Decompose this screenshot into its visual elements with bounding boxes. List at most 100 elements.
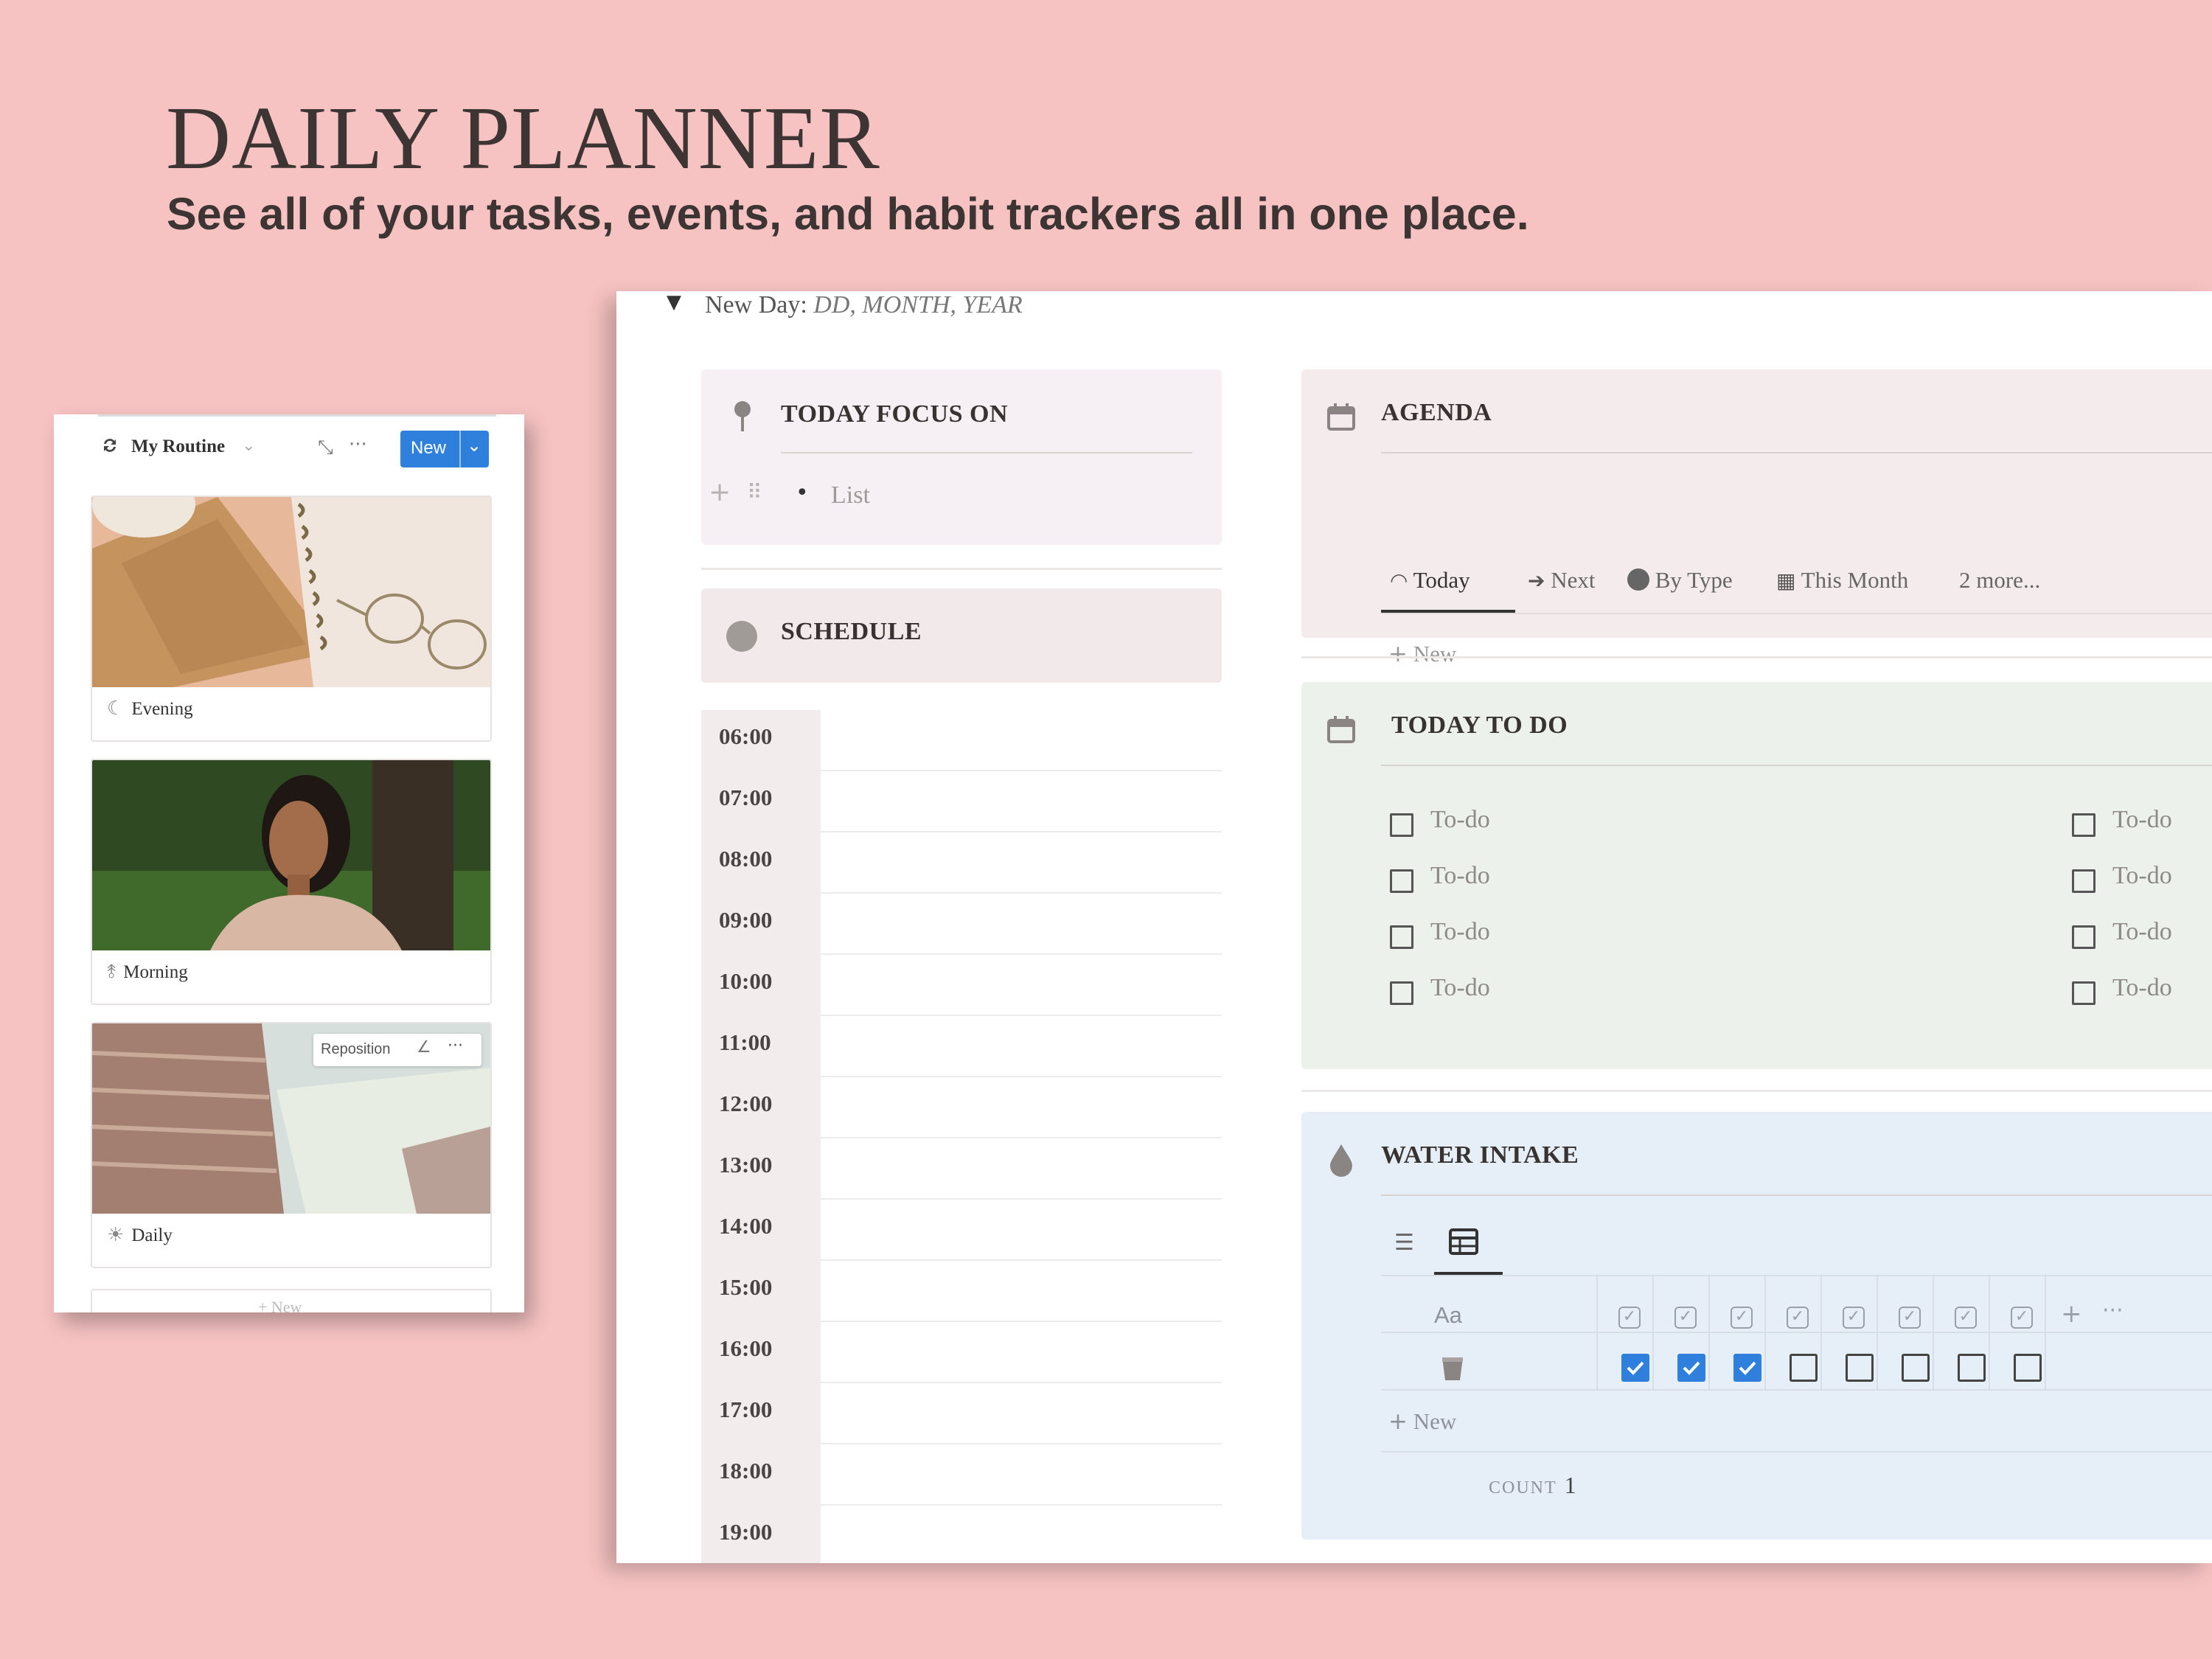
checkbox-column-icon[interactable]: ✓	[1899, 1307, 1921, 1329]
todo-item[interactable]: To-do	[1430, 862, 1490, 890]
checkbox-column-icon[interactable]: ✓	[2011, 1307, 2033, 1329]
agenda-callout: AGENDA ◠ Today ➔ Next By Type ▦ This Mon…	[1301, 369, 2212, 667]
new-day-toggle[interactable]: New Day: DD, MONTH, YEAR	[705, 291, 1023, 319]
todo-checkbox[interactable]	[2072, 869, 2096, 893]
gallery-card-morning[interactable]: ⥉ Morning	[91, 759, 492, 1005]
schedule-row[interactable]: 18:00	[701, 1444, 1222, 1506]
schedule-row[interactable]: 16:00	[701, 1322, 1222, 1383]
reposition-button[interactable]: Reposition	[321, 1041, 391, 1058]
water-checkbox-8[interactable]	[2014, 1354, 2042, 1382]
todo-checkbox[interactable]	[1390, 869, 1413, 893]
toggle-triangle-icon[interactable]: ▼	[667, 291, 681, 313]
sunrise-icon: ⥉	[107, 961, 116, 982]
add-column-icon[interactable]: +	[2061, 1299, 2082, 1329]
schedule-row[interactable]: 07:00	[701, 771, 1222, 832]
title-divider	[1381, 452, 2212, 453]
checkbox-column-icon[interactable]: ✓	[1618, 1307, 1641, 1329]
new-button[interactable]: New ⌄	[400, 431, 489, 467]
schedule-row[interactable]: 12:00	[701, 1077, 1222, 1138]
water-checkbox-1[interactable]	[1621, 1354, 1649, 1382]
new-day-value: DD, MONTH, YEAR	[813, 291, 1023, 319]
add-new-label: New	[1413, 641, 1457, 667]
schedule-row[interactable]: 08:00	[701, 832, 1222, 894]
todo-checkbox[interactable]	[2072, 981, 2096, 1005]
schedule-row[interactable]: 14:00	[701, 1200, 1222, 1261]
water-checkbox-3[interactable]	[1733, 1354, 1761, 1382]
water-checkbox-6[interactable]	[1902, 1354, 1930, 1382]
expand-icon[interactable]: ⤡	[318, 437, 333, 459]
todo-item[interactable]: To-do	[1430, 974, 1490, 1002]
top-divider	[98, 414, 496, 417]
more-icon[interactable]: ···	[2102, 1298, 2124, 1324]
agenda-title: AGENDA	[1381, 399, 1492, 426]
todo-item[interactable]: To-do	[2112, 974, 2172, 1002]
checkbox-column-icon[interactable]: ✓	[1787, 1307, 1809, 1329]
todo-item[interactable]: To-do	[2112, 862, 2172, 890]
table-view-icon[interactable]	[1449, 1228, 1478, 1259]
schedule-row[interactable]: 19:00	[701, 1506, 1222, 1563]
todo-item[interactable]: To-do	[1430, 918, 1490, 946]
water-checkbox-2[interactable]	[1677, 1354, 1705, 1382]
row-divider	[1381, 1451, 2212, 1453]
add-new-row[interactable]: + New	[1388, 641, 1456, 667]
checkbox-column-icon[interactable]: ✓	[1674, 1307, 1697, 1329]
add-block-icon[interactable]: +	[709, 477, 731, 507]
schedule-row[interactable]: 09:00	[701, 894, 1222, 955]
evening-cover-image	[92, 497, 490, 687]
todo-checkbox[interactable]	[2072, 925, 2096, 949]
gallery-card-daily[interactable]: Reposition ∠ ··· ☀ Daily	[91, 1022, 492, 1268]
list-placeholder[interactable]: List	[831, 481, 870, 509]
count-summary[interactable]: COUNT 1	[1489, 1472, 1576, 1499]
add-new-label: New	[1413, 1408, 1457, 1434]
schedule-row[interactable]: 10:00	[701, 955, 1222, 1016]
new-day-label: New Day:	[705, 291, 807, 319]
add-new-row[interactable]: + New	[1388, 1408, 1456, 1435]
tab-this-month[interactable]: ▦ This Month	[1776, 567, 1908, 594]
morning-cover-image	[92, 760, 490, 950]
schedule-row[interactable]: 06:00	[701, 710, 1222, 771]
more-icon[interactable]: ···	[448, 1037, 463, 1055]
schedule-row[interactable]: 17:00	[701, 1383, 1222, 1444]
todo-item[interactable]: To-do	[2112, 918, 2172, 946]
todo-checkbox[interactable]	[1390, 925, 1413, 949]
todo-checkbox[interactable]	[1390, 813, 1413, 837]
schedule-row[interactable]: 15:00	[701, 1261, 1222, 1322]
bullet-icon: •	[796, 480, 809, 506]
schedule-callout: SCHEDULE	[701, 588, 1222, 683]
chevron-down-icon[interactable]: ⌄	[242, 437, 255, 455]
todo-checkbox[interactable]	[1390, 981, 1413, 1005]
tab-next[interactable]: ➔ Next	[1528, 567, 1595, 594]
cover-actions: Reposition ∠ ···	[313, 1034, 481, 1066]
water-checkbox-4[interactable]	[1790, 1354, 1818, 1382]
name-column-header[interactable]: Aa	[1434, 1302, 1462, 1329]
todo-checkbox[interactable]	[2072, 813, 2096, 837]
time-cell: 17:00	[701, 1383, 821, 1444]
water-checkbox-5[interactable]	[1846, 1354, 1874, 1382]
tabs-divider	[1381, 613, 2212, 614]
more-icon[interactable]: ···	[349, 434, 367, 456]
divider	[701, 568, 1222, 570]
schedule-row[interactable]: 13:00	[701, 1138, 1222, 1200]
tab-today[interactable]: ◠ Today	[1390, 567, 1470, 594]
title-divider	[1381, 765, 2212, 766]
list-view-icon[interactable]: ☰	[1394, 1230, 1414, 1256]
routine-gallery-window: My Routine ⌄ ⤡ ··· New ⌄ ☾ Evening ⥉ Mor…	[54, 414, 524, 1312]
todo-item[interactable]: To-do	[2112, 806, 2172, 834]
checkbox-column-icon[interactable]: ✓	[1731, 1307, 1753, 1329]
todo-item[interactable]: To-do	[1430, 806, 1490, 834]
schedule-row[interactable]: 11:00	[701, 1016, 1222, 1077]
water-checkbox-7[interactable]	[1958, 1354, 1986, 1382]
chevron-down-icon[interactable]: ⌄	[467, 435, 481, 456]
card-label: Evening	[131, 699, 193, 719]
edit-icon[interactable]: ∠	[417, 1038, 431, 1057]
tab-more[interactable]: 2 more...	[1959, 567, 2040, 594]
tab-by-type[interactable]: By Type	[1627, 567, 1733, 594]
gallery-card-evening[interactable]: ☾ Evening	[91, 495, 492, 742]
gallery-new-card[interactable]: + New	[91, 1289, 492, 1312]
drag-handle-icon[interactable]: ⠿	[747, 480, 762, 504]
time-cell: 12:00	[701, 1077, 821, 1138]
card-caption: ⥉ Morning	[107, 961, 188, 984]
checkbox-column-icon[interactable]: ✓	[1843, 1307, 1865, 1329]
checkbox-column-icon[interactable]: ✓	[1955, 1307, 1977, 1329]
routine-title[interactable]: My Routine	[131, 437, 225, 457]
